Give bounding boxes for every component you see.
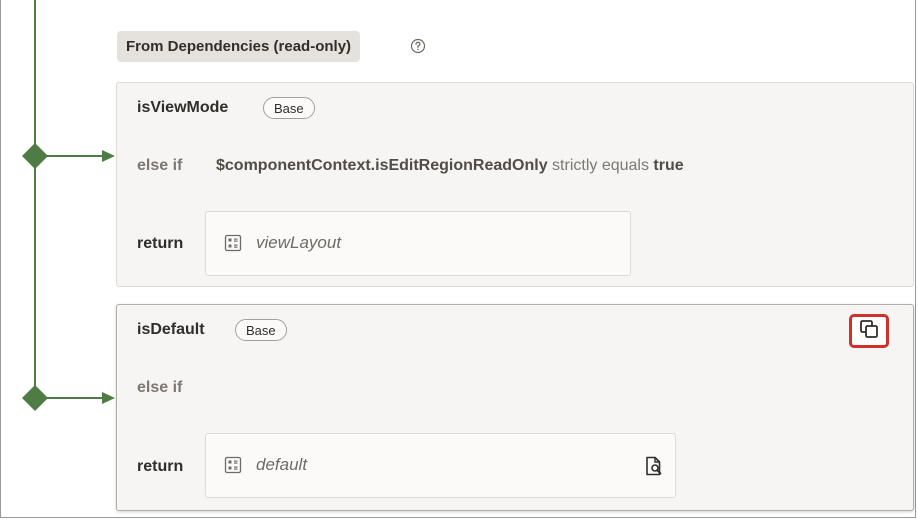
condition-expression[interactable]: $componentContext.isEditRegionReadOnly s…: [216, 157, 684, 175]
return-value: default: [256, 455, 308, 474]
condition-value: true: [653, 157, 684, 174]
question-circle-icon[interactable]: [410, 38, 426, 54]
case-card-isdefault[interactable]: isDefault Base else if return default: [116, 304, 914, 511]
section-header-chip: From Dependencies (read-only): [117, 31, 361, 62]
case-name: isViewMode: [137, 99, 229, 116]
return-label: return: [137, 235, 184, 252]
return-label: return: [137, 458, 184, 475]
layout-grid-icon: [224, 456, 242, 474]
open-layout-icon[interactable]: [643, 455, 665, 477]
duplicate-button[interactable]: [849, 314, 889, 348]
return-layout-field[interactable]: viewLayout: [205, 211, 631, 276]
base-badge: Base: [263, 97, 315, 119]
condition-variable: $componentContext.isEditRegionReadOnly: [216, 157, 548, 174]
return-layout-field[interactable]: default: [205, 433, 676, 498]
case-name: isDefault: [137, 321, 205, 338]
condition-label: else if: [137, 379, 183, 396]
duplicate-icon: [858, 318, 880, 345]
layout-grid-icon: [224, 234, 242, 252]
case-card-isviewmode[interactable]: isViewMode Base else if $componentContex…: [116, 82, 914, 287]
base-badge: Base: [235, 319, 287, 341]
return-value: viewLayout: [256, 233, 342, 252]
condition-operator: strictly equals: [552, 157, 649, 174]
condition-label: else if: [137, 157, 183, 174]
